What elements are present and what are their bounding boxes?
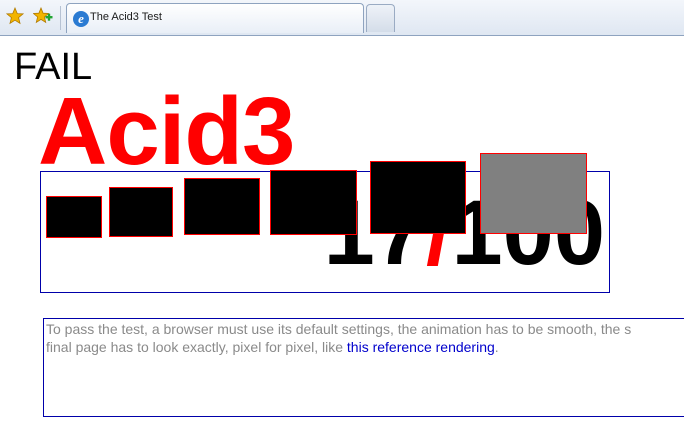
reference-rendering-link[interactable]: this reference rendering	[347, 339, 495, 355]
instructions-box: To pass the test, a browser must use its…	[43, 318, 684, 417]
new-tab-button[interactable]	[366, 4, 395, 32]
instructions-period: .	[494, 339, 499, 355]
page-content: FAIL Acid3 17/100 To pass the test, a br…	[0, 36, 684, 441]
page-title: Acid3	[38, 78, 295, 185]
test-bucket-2	[109, 187, 173, 237]
add-favorites-button[interactable]	[33, 6, 53, 26]
favorites-star-icon	[6, 7, 24, 25]
tab-bar: e The Acid3 Test	[0, 0, 684, 36]
tab-acid3-test[interactable]: e The Acid3 Test	[66, 3, 364, 33]
tab-title: The Acid3 Test	[90, 11, 162, 23]
add-favorites-icon	[33, 7, 53, 24]
toolbar-separator	[60, 6, 61, 30]
instructions-line-1: To pass the test, a browser must use its…	[46, 321, 632, 337]
favorites-button[interactable]	[5, 6, 25, 26]
instructions-text: final page has to look exactly, pixel fo…	[46, 339, 347, 355]
test-bucket-1	[46, 196, 102, 238]
test-bucket-5	[370, 161, 466, 234]
test-bucket-6	[480, 153, 587, 234]
instructions-line-2: final page has to look exactly, pixel fo…	[46, 338, 684, 356]
test-bucket-4	[270, 170, 357, 235]
test-bucket-3	[184, 178, 260, 235]
internet-explorer-icon: e	[73, 11, 89, 27]
